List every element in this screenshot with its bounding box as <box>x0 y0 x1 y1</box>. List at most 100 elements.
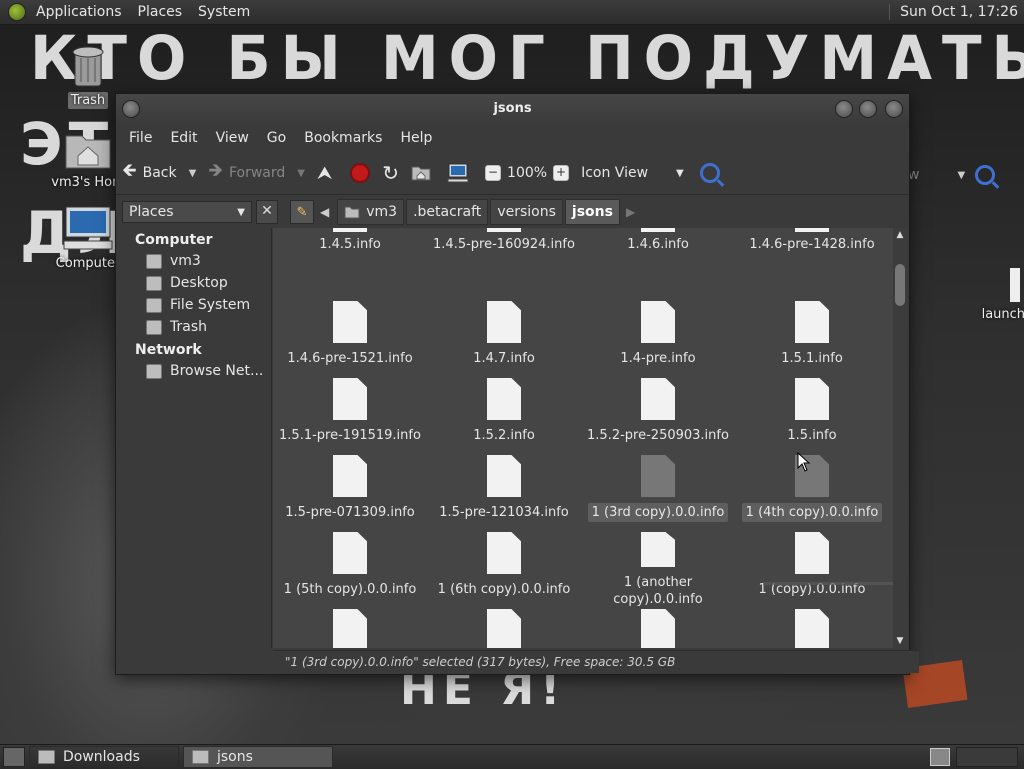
workspace-switcher-1[interactable] <box>930 748 950 766</box>
forward-history-dropdown[interactable]: ▼ <box>297 168 305 179</box>
view-mode-select[interactable]: Icon View ▼ <box>581 165 684 181</box>
file-item[interactable] <box>581 609 735 648</box>
file-item[interactable]: 1.5.info <box>735 378 889 455</box>
file-name: 1.4.7.info <box>473 351 535 366</box>
desktop-launcher[interactable]: launcher <box>960 268 1024 323</box>
file-icon-view[interactable]: 1.4.5.info 1.4.5-pre-160924.info 1.4.6.inf… <box>273 228 893 648</box>
menubar: File Edit View Go Bookmarks Help <box>116 124 909 152</box>
file-item[interactable]: 1.5-pre-071309.info <box>273 455 427 532</box>
stop-icon[interactable] <box>350 163 371 183</box>
sidebar-item-label: Desktop <box>170 275 228 291</box>
taskbar-item-downloads[interactable]: Downloads <box>29 746 179 768</box>
file-item[interactable]: 1 (6th copy).0.0.info <box>427 532 581 609</box>
file-icon <box>795 228 829 232</box>
sidebar-item-desktop[interactable]: Desktop <box>116 272 271 294</box>
panel-clock[interactable]: Sun Oct 1, 17:26 <box>889 4 1024 20</box>
back-history-dropdown[interactable]: ▼ <box>189 168 197 179</box>
bookmarks-menu[interactable]: Bookmarks <box>295 130 391 146</box>
view-menu[interactable]: View <box>207 130 258 146</box>
edit-location-button[interactable]: ✎ <box>290 200 314 224</box>
file-icon <box>333 609 367 648</box>
go-menu[interactable]: Go <box>258 130 295 146</box>
search-icon[interactable] <box>699 163 720 183</box>
sidebar-type-label: Places <box>129 204 174 220</box>
places-menu[interactable]: Places <box>130 4 191 20</box>
file-item[interactable]: 1 (copy).0.0.info <box>735 532 889 609</box>
forward-button[interactable]: 🡺 Forward <box>208 158 285 188</box>
file-icon <box>333 455 367 497</box>
reload-button[interactable]: ↻ <box>382 161 405 185</box>
computer-button[interactable] <box>447 163 479 183</box>
window-menu-button[interactable] <box>122 100 140 118</box>
zoom-out-icon[interactable]: − <box>485 165 502 181</box>
file-item[interactable]: 1 (another copy).0.0.info <box>581 532 735 609</box>
maximize-button[interactable] <box>859 100 877 118</box>
home-button[interactable] <box>411 165 441 181</box>
taskbar-item-label: jsons <box>217 749 253 765</box>
edit-menu[interactable]: Edit <box>161 130 206 146</box>
file-item[interactable]: 1.4.7.info <box>427 301 581 378</box>
breadcrumb-versions[interactable]: versions <box>490 199 563 225</box>
scroll-up-arrow-icon[interactable]: ▲ <box>893 228 907 242</box>
vertical-scrollbar[interactable]: ▲ ▼ <box>893 228 907 648</box>
file-item[interactable]: 1.4.6.info <box>581 228 735 301</box>
file-item[interactable] <box>427 609 581 648</box>
close-sidebar-button[interactable]: ✕ <box>256 200 278 224</box>
scrollbar-thumb[interactable] <box>895 264 905 306</box>
show-desktop-button[interactable] <box>3 747 25 767</box>
file-icon <box>641 609 675 648</box>
file-item[interactable]: 1.5-pre-121034.info <box>427 455 581 532</box>
workspace-switcher-2[interactable] <box>956 747 1018 767</box>
sidebar-item-browse-network[interactable]: Browse Net... <box>116 360 271 382</box>
file-name: 1.5-pre-121034.info <box>439 505 569 520</box>
sidebar-type-select[interactable]: Places ▼ <box>122 201 252 223</box>
help-menu[interactable]: Help <box>391 130 441 146</box>
file-item[interactable]: 1 (5th copy).0.0.info <box>273 532 427 609</box>
file-item[interactable]: 1.5.2-pre-250903.info <box>581 378 735 455</box>
background-window-toolbar: w ▼ <box>908 158 1024 192</box>
system-menu[interactable]: System <box>190 4 258 20</box>
file-icon <box>1010 268 1024 302</box>
file-item[interactable] <box>735 609 889 648</box>
file-item[interactable]: 1 (3rd copy).0.0.info <box>581 455 735 532</box>
file-name: 1 (5th copy).0.0.info <box>283 582 417 597</box>
file-item[interactable]: 1.5.1-pre-191519.info <box>273 378 427 455</box>
file-icon <box>333 301 367 343</box>
file-item[interactable]: 1.5.2.info <box>427 378 581 455</box>
chevron-left-icon[interactable]: ◀ <box>314 205 335 219</box>
file-name: 1.4.5.info <box>319 237 381 252</box>
file-item[interactable] <box>273 609 427 648</box>
trash-icon <box>146 319 162 335</box>
applications-menu[interactable]: Applications <box>28 4 130 20</box>
chevron-right-icon[interactable]: ▶ <box>620 205 641 219</box>
window-titlebar[interactable]: jsons <box>116 94 909 124</box>
file-icon <box>487 455 521 497</box>
file-item[interactable]: 1.5.1.info <box>735 301 889 378</box>
zoom-in-icon[interactable]: + <box>553 165 570 181</box>
file-item[interactable]: 1.4.5-pre-160924.info <box>427 228 581 301</box>
desktop-icon <box>146 275 162 291</box>
file-item[interactable]: 1 (4th copy).0.0.info <box>735 455 889 532</box>
file-icon <box>795 532 829 574</box>
taskbar-item-label: Downloads <box>63 749 140 765</box>
file-menu[interactable]: File <box>120 130 161 146</box>
breadcrumb-betacraft[interactable]: .betacraft <box>406 199 489 225</box>
minimize-button[interactable] <box>835 100 853 118</box>
taskbar-item-jsons[interactable]: jsons <box>183 746 333 768</box>
breadcrumb-vm3[interactable]: vm3 <box>337 199 405 225</box>
scroll-down-arrow-icon[interactable]: ▼ <box>893 636 907 646</box>
breadcrumb-jsons[interactable]: jsons <box>564 199 620 225</box>
file-item[interactable]: 1.4-pre.info <box>581 301 735 378</box>
close-button[interactable] <box>885 100 903 118</box>
distro-logo-icon[interactable] <box>8 3 26 21</box>
back-button[interactable]: 🡸 Back <box>122 158 177 188</box>
sidebar-item-vm3[interactable]: vm3 <box>116 250 271 272</box>
file-item[interactable]: 1.4.6-pre-1521.info <box>273 301 427 378</box>
sidebar-item-file-system[interactable]: File System <box>116 294 271 316</box>
file-item[interactable]: 1.4.6-pre-1428.info <box>735 228 889 301</box>
zoom-level[interactable]: 100% <box>507 165 547 181</box>
up-button[interactable]: ⮝ <box>317 163 338 184</box>
sidebar-item-trash[interactable]: Trash <box>116 316 271 338</box>
arrow-right-icon: 🡺 <box>208 160 223 181</box>
file-item[interactable]: 1.4.5.info <box>273 228 427 301</box>
